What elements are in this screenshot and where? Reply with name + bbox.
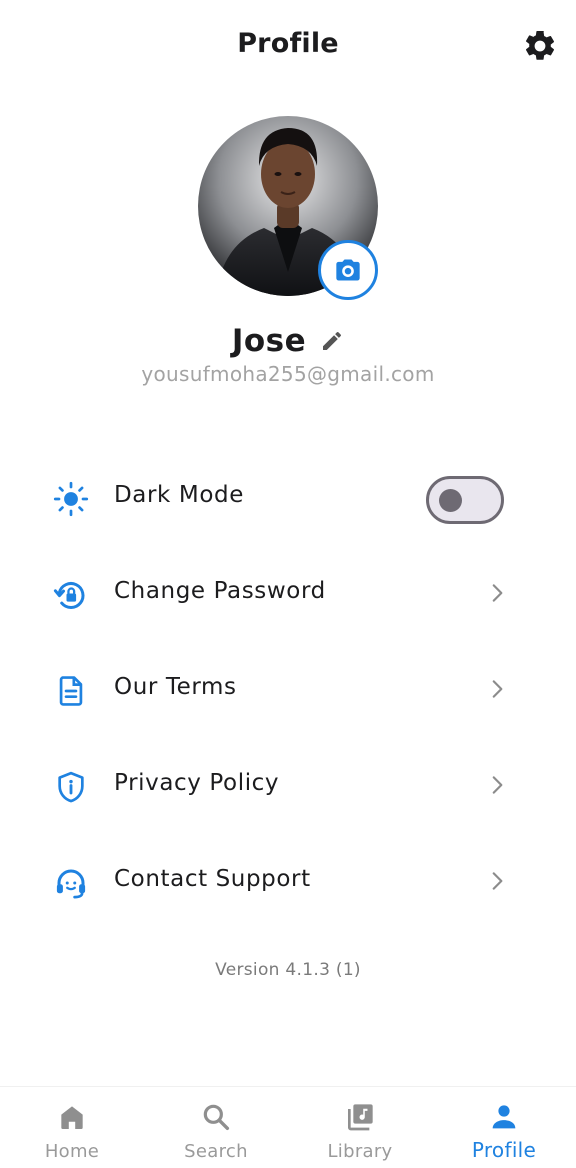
app-header: Profile <box>0 0 576 92</box>
nav-label: Profile <box>471 1138 537 1162</box>
user-name: Jose <box>231 323 307 359</box>
chevron-right-icon <box>492 680 503 698</box>
menu-item-contact-support[interactable]: Contact Support <box>0 834 576 930</box>
nav-library[interactable]: Library <box>288 1087 432 1168</box>
chevron-right-icon <box>492 776 503 794</box>
menu-item-change-password[interactable]: Change Password <box>0 546 576 642</box>
nav-search[interactable]: Search <box>144 1087 288 1168</box>
toggle-knob <box>439 489 462 512</box>
pencil-icon <box>323 331 342 350</box>
headset-icon <box>52 864 90 902</box>
library-icon <box>344 1101 376 1133</box>
camera-icon <box>336 259 360 281</box>
person-icon <box>488 1101 520 1133</box>
sun-icon <box>52 480 90 518</box>
user-name-row: Jose <box>0 318 576 364</box>
home-icon <box>56 1101 88 1133</box>
edit-name-button[interactable] <box>320 329 344 353</box>
lock-reset-icon <box>52 576 90 614</box>
app-version: Version 4.1.3 (1) <box>215 960 361 980</box>
bottom-nav: Home Search Library Profile <box>0 1086 576 1168</box>
user-email: yousufmoha255@gmail.com <box>141 362 435 386</box>
dark-mode-toggle[interactable] <box>426 476 504 524</box>
nav-home[interactable]: Home <box>0 1087 144 1168</box>
document-icon <box>52 672 90 710</box>
page-title: Profile <box>237 28 339 59</box>
menu-item-label: Privacy Policy <box>114 770 280 796</box>
nav-label: Library <box>327 1141 393 1162</box>
menu-item-label: Change Password <box>114 578 326 604</box>
avatar-container <box>198 116 380 300</box>
menu-item-privacy-policy[interactable]: Privacy Policy <box>0 738 576 834</box>
menu-item-label: Dark Mode <box>114 482 244 508</box>
settings-button[interactable] <box>522 28 558 64</box>
nav-label: Home <box>44 1141 100 1162</box>
chevron-right-icon <box>492 872 503 890</box>
chevron-right-icon <box>492 584 503 602</box>
gear-icon <box>525 30 555 60</box>
menu-item-our-terms[interactable]: Our Terms <box>0 642 576 738</box>
nav-label: Search <box>184 1141 248 1162</box>
nav-profile[interactable]: Profile <box>432 1087 576 1168</box>
shield-info-icon <box>52 768 90 806</box>
search-icon <box>200 1101 232 1133</box>
menu-item-dark-mode[interactable]: Dark Mode <box>0 450 576 546</box>
menu-item-label: Our Terms <box>114 674 237 700</box>
menu-item-label: Contact Support <box>114 866 311 892</box>
change-photo-button[interactable] <box>318 240 378 300</box>
